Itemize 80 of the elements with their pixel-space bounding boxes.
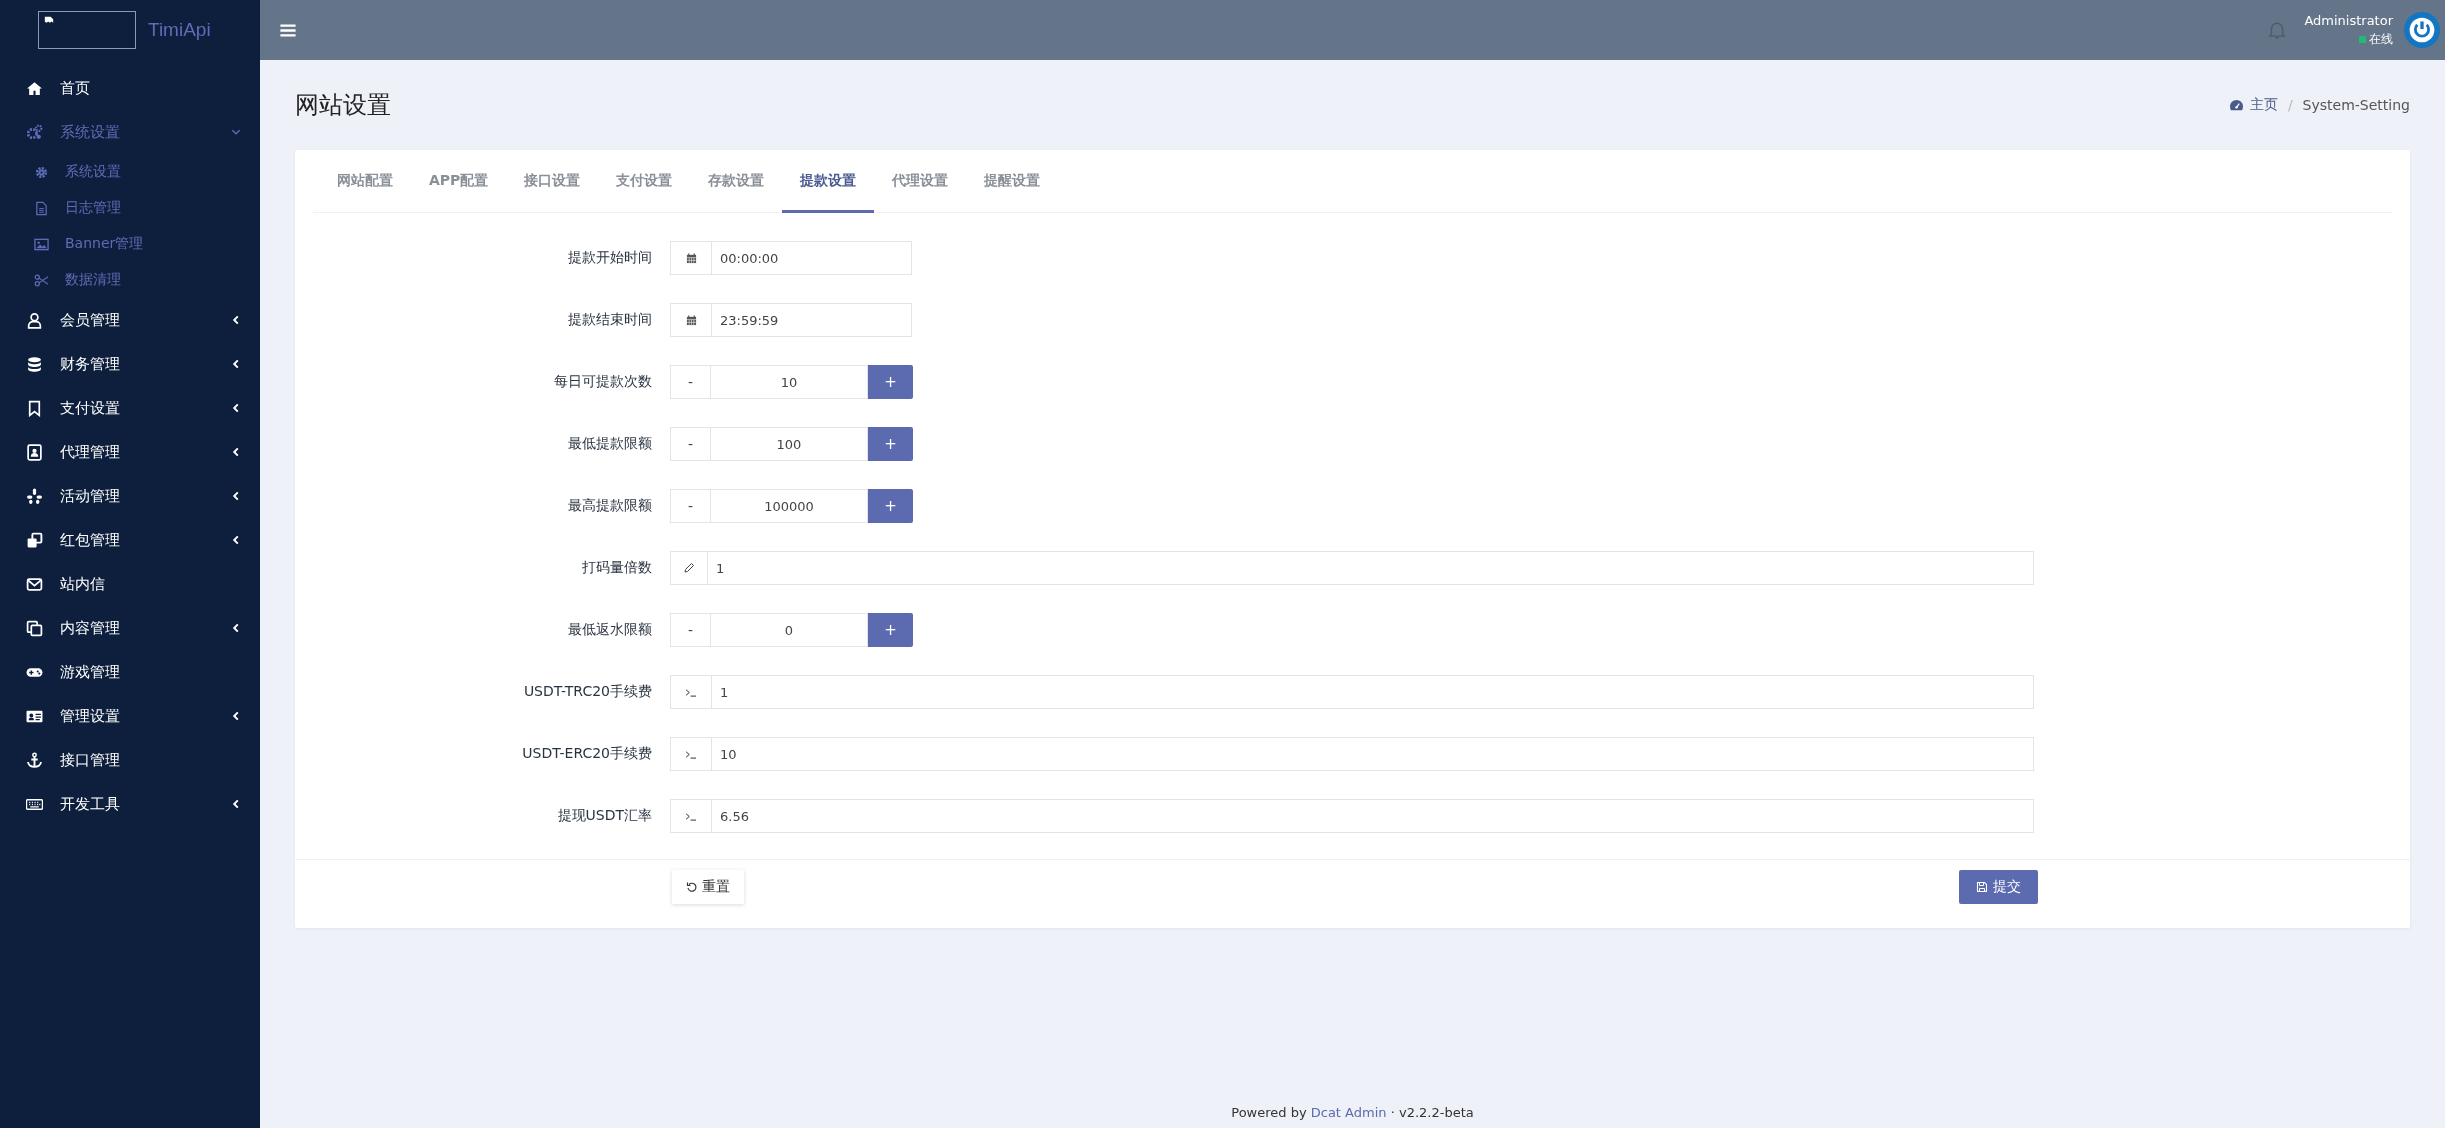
breadcrumb-item: System-Setting	[2302, 97, 2410, 113]
calendar-icon	[685, 252, 697, 264]
field-label: 提款结束时间	[567, 311, 653, 329]
dashboard-icon	[2228, 98, 2244, 112]
brand-name: TimiApi	[148, 19, 211, 41]
database-icon	[26, 355, 43, 373]
sidebar-item[interactable]: 接口管理	[0, 738, 260, 782]
field-label: 打码量倍数	[581, 559, 653, 577]
user-icon	[26, 311, 43, 329]
terminal-icon	[684, 811, 698, 821]
field-label: 提款开始时间	[567, 249, 653, 267]
field-label: USDT-TRC20手续费	[522, 683, 653, 701]
gear-icon	[34, 164, 49, 180]
decrement-button[interactable]: -	[670, 489, 710, 523]
field-label: 最低返水限额	[567, 621, 653, 639]
number-field[interactable]: 0	[710, 613, 868, 647]
pencil-icon	[683, 562, 695, 574]
increment-button[interactable]: +	[868, 489, 913, 523]
undo-icon	[686, 881, 698, 893]
number-field[interactable]: 100	[710, 427, 868, 461]
file-icon	[34, 200, 49, 216]
terminal-icon	[684, 749, 698, 759]
gears-icon	[26, 123, 43, 141]
scissors-icon	[34, 272, 49, 288]
broken-image-icon	[44, 16, 54, 26]
envelope-icon	[26, 575, 43, 593]
sidebar-item[interactable]: 红包管理	[0, 518, 260, 562]
sidebar-item[interactable]: 游戏管理	[0, 650, 260, 694]
sidebar-item[interactable]: 首页	[0, 66, 260, 110]
sidebar-item[interactable]: 内容管理	[0, 606, 260, 650]
image-icon	[34, 236, 49, 252]
user-name: Administrator	[2304, 12, 2393, 30]
text-field[interactable]: 10	[712, 737, 2034, 771]
menu-icon[interactable]	[280, 23, 296, 37]
text-field[interactable]: 6.56	[712, 799, 2034, 833]
number-field[interactable]: 100000	[710, 489, 868, 523]
breadcrumb-item[interactable]: 主页	[2249, 96, 2278, 114]
calendar-icon	[685, 314, 697, 326]
field-label: USDT-ERC20手续费	[521, 745, 653, 763]
decrement-button[interactable]: -	[670, 613, 710, 647]
increment-button[interactable]: +	[868, 613, 913, 647]
text-field[interactable]: 1	[708, 551, 2034, 585]
number-field[interactable]: 10	[710, 365, 868, 399]
sidebar-item[interactable]: 代理管理	[0, 430, 260, 474]
anchor-icon	[26, 751, 43, 769]
field-label: 最低提款限额	[567, 435, 653, 453]
power-avatar-icon[interactable]	[2403, 11, 2441, 49]
page-title: 网站设置	[295, 90, 391, 121]
field-label: 提现USDT汇率	[556, 807, 653, 825]
text-field[interactable]: 1	[712, 675, 2034, 709]
copy-icon	[26, 619, 43, 637]
time-field[interactable]: 00:00:00	[712, 241, 912, 275]
reset-button[interactable]: 重置	[672, 870, 744, 904]
sidebar-item[interactable]: 管理设置	[0, 694, 260, 738]
sidebar-item[interactable]: 活动管理	[0, 474, 260, 518]
sidebar-item[interactable]: 财务管理	[0, 342, 260, 386]
sidebar-item[interactable]: 站内信	[0, 562, 260, 606]
home-icon	[26, 79, 43, 97]
footer-text: Powered by Dcat Admin · v2.2.2-beta	[1230, 1105, 1475, 1122]
sidebar-item[interactable]: 开发工具	[0, 782, 260, 826]
contact-card-icon	[26, 443, 43, 461]
submit-button[interactable]: 提交	[1959, 870, 2038, 904]
bookmark-icon	[26, 399, 43, 417]
user-status: 在线	[2369, 31, 2393, 48]
footer-link[interactable]: Dcat Admin	[1310, 1105, 1387, 1120]
terminal-icon	[684, 687, 698, 697]
clone-icon	[26, 531, 43, 549]
increment-button[interactable]: +	[868, 427, 913, 461]
sidebar-item[interactable]: 会员管理	[0, 298, 260, 342]
save-icon	[1976, 881, 1988, 893]
flower-icon	[26, 487, 43, 505]
sidebar-item[interactable]: 支付设置	[0, 386, 260, 430]
tab[interactable]: 提款设置	[782, 150, 875, 213]
increment-button[interactable]: +	[868, 365, 913, 399]
decrement-button[interactable]: -	[670, 427, 710, 461]
decrement-button[interactable]: -	[670, 365, 710, 399]
field-label: 每日可提款次数	[553, 373, 653, 391]
breadcrumb-separator: /	[2287, 97, 2293, 113]
time-field[interactable]: 23:59:59	[712, 303, 912, 337]
field-label: 最高提款限额	[567, 497, 653, 515]
